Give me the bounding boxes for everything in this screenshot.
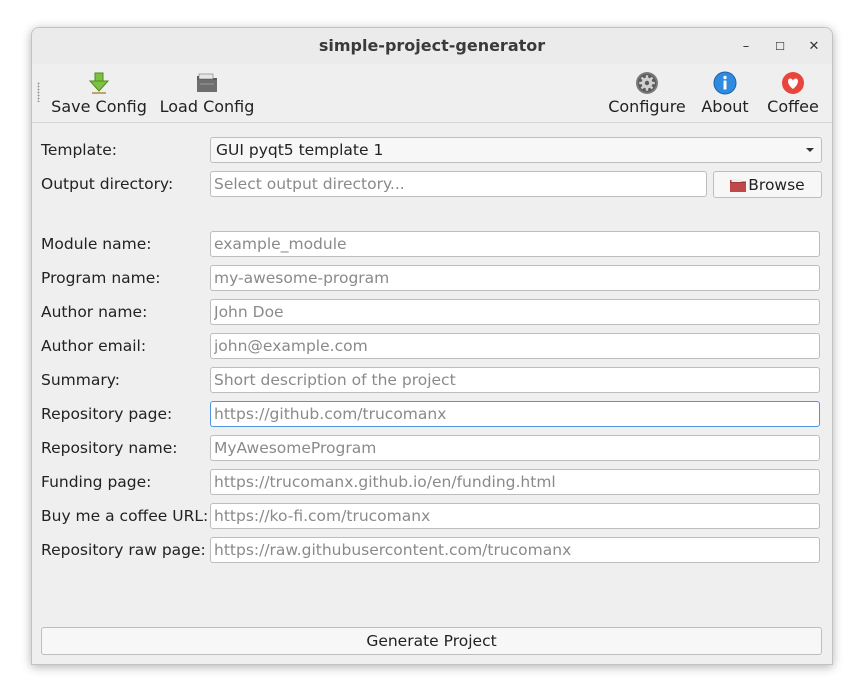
author-name-label: Author name: xyxy=(41,303,148,321)
folder-icon xyxy=(730,178,747,192)
generate-project-label: Generate Project xyxy=(366,632,497,650)
author-name-input[interactable] xyxy=(210,299,820,325)
template-label: Template: xyxy=(41,141,117,159)
save-config-icon xyxy=(87,71,111,95)
generate-project-button[interactable]: Generate Project xyxy=(41,627,822,655)
close-icon: ✕ xyxy=(808,38,820,54)
window-title: simple-project-generator xyxy=(318,36,546,55)
chevron-down-icon xyxy=(806,148,814,152)
about-button[interactable]: About xyxy=(698,64,752,122)
coffee-label: Coffee xyxy=(767,97,819,116)
template-select[interactable]: GUI pyqt5 template 1 xyxy=(210,137,822,163)
folder-icon xyxy=(195,71,219,95)
repository-page-input[interactable] xyxy=(210,401,820,427)
summary-label: Summary: xyxy=(41,371,120,389)
save-config-button[interactable]: Save Config xyxy=(51,64,147,122)
module-name-input[interactable] xyxy=(210,231,820,257)
info-icon xyxy=(713,71,737,95)
repository-raw-page-label: Repository raw page: xyxy=(41,541,206,559)
repository-page-label: Repository page: xyxy=(41,405,173,423)
browse-label: Browse xyxy=(748,175,805,194)
minimize-icon: – xyxy=(742,38,750,54)
author-email-input[interactable] xyxy=(210,333,820,359)
output-directory-label: Output directory: xyxy=(41,175,174,193)
close-button[interactable]: ✕ xyxy=(802,34,826,58)
output-directory-input[interactable] xyxy=(210,171,707,197)
heart-icon xyxy=(781,71,805,95)
toolbar: Save Config Load Config Configure About … xyxy=(32,64,832,123)
repository-name-input[interactable] xyxy=(210,435,820,461)
save-config-label: Save Config xyxy=(51,97,147,116)
configure-button[interactable]: Configure xyxy=(606,64,688,122)
maximize-icon: ☐ xyxy=(775,39,785,53)
program-name-label: Program name: xyxy=(41,269,161,287)
toolbar-grip[interactable] xyxy=(37,82,40,102)
about-label: About xyxy=(701,97,749,116)
buy-me-coffee-label: Buy me a coffee URL: xyxy=(41,507,209,525)
funding-page-label: Funding page: xyxy=(41,473,152,491)
title-bar: simple-project-generator – ☐ ✕ xyxy=(32,28,832,64)
maximize-button[interactable]: ☐ xyxy=(768,34,792,58)
configure-label: Configure xyxy=(608,97,686,116)
template-select-value: GUI pyqt5 template 1 xyxy=(216,141,384,159)
load-config-button[interactable]: Load Config xyxy=(160,64,254,122)
browse-button[interactable]: Browse xyxy=(713,171,822,198)
buy-me-coffee-input[interactable] xyxy=(210,503,820,529)
author-email-label: Author email: xyxy=(41,337,147,355)
repository-name-label: Repository name: xyxy=(41,439,178,457)
repository-raw-page-input[interactable] xyxy=(210,537,820,563)
funding-page-input[interactable] xyxy=(210,469,820,495)
program-name-input[interactable] xyxy=(210,265,820,291)
coffee-button[interactable]: Coffee xyxy=(762,64,824,122)
module-name-label: Module name: xyxy=(41,235,152,253)
load-config-label: Load Config xyxy=(159,97,255,116)
gear-icon xyxy=(635,71,659,95)
app-window: simple-project-generator – ☐ ✕ Save Conf… xyxy=(31,27,833,665)
summary-input[interactable] xyxy=(210,367,820,393)
minimize-button[interactable]: – xyxy=(734,34,758,58)
